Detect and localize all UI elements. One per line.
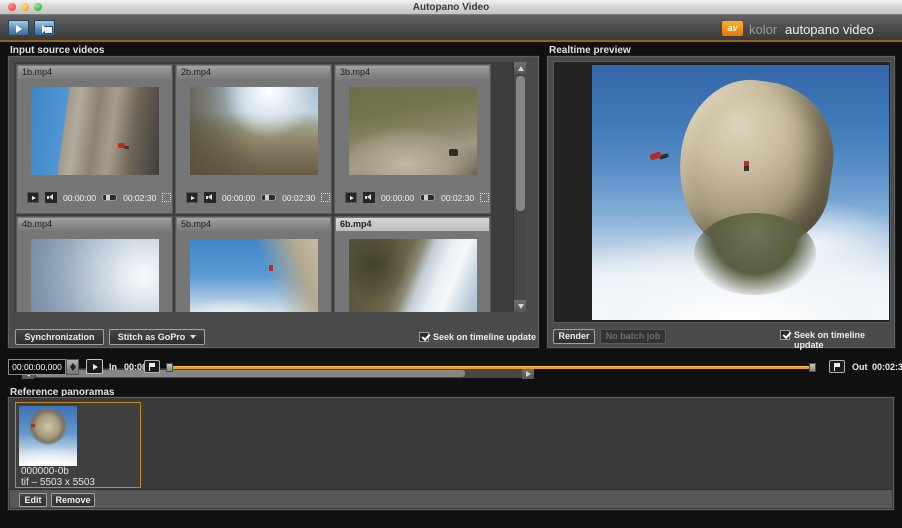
video-title[interactable]: 1b.mp4 <box>18 66 171 79</box>
fullscreen-icon[interactable] <box>321 193 330 202</box>
remove-button[interactable]: Remove <box>51 493 95 507</box>
video-thumbnail <box>190 239 318 312</box>
batch-job-button: No batch job <box>600 329 666 344</box>
brand: av kolor autopano video <box>722 21 892 37</box>
planet-lower-shape <box>694 213 816 295</box>
scroll-up-button[interactable] <box>514 62 526 74</box>
audio-icon[interactable] <box>204 192 216 203</box>
volume-slider-icon[interactable] <box>261 194 276 201</box>
video-thumbnail <box>31 239 159 312</box>
minimize-window-button[interactable] <box>21 3 29 11</box>
video-thumbnail <box>31 87 159 175</box>
timecode-input[interactable]: 00:00:00,000 <box>8 359 66 375</box>
video-list: 1b.mp4 00:00:00 00:02:30 2b.mp4 00:00:00… <box>14 62 526 312</box>
render-button[interactable]: Render <box>553 329 595 344</box>
brand-product-text: autopano video <box>785 22 874 37</box>
preview-panel: Render No batch job Seek on timeline upd… <box>547 56 895 348</box>
video-cell[interactable]: 2b.mp4 00:00:00 00:02:30 <box>175 64 332 214</box>
preview-panorama-image <box>592 65 889 320</box>
timeline-handle-right[interactable] <box>809 363 816 372</box>
play-icon[interactable] <box>27 192 39 203</box>
preview-area <box>553 61 891 323</box>
audio-icon[interactable] <box>363 192 375 203</box>
play-icon[interactable] <box>345 192 357 203</box>
timeline-bar: 00:00:00,000 In 00:00:00 Out 00:02:30 <box>0 352 902 382</box>
fullscreen-icon[interactable] <box>480 193 489 202</box>
panorama-thumbnail <box>19 406 77 466</box>
timecode-stepper[interactable] <box>66 359 79 375</box>
video-title[interactable]: 5b.mp4 <box>177 218 330 231</box>
video-title[interactable]: 3b.mp4 <box>336 66 489 79</box>
panorama-card[interactable]: 000000-0b tif – 5503 x 5503 <box>15 402 141 488</box>
input-panel: 1b.mp4 00:00:00 00:02:30 2b.mp4 00:00:00… <box>8 56 539 348</box>
out-time: 00:02:30 <box>872 362 902 372</box>
volume-slider-icon[interactable] <box>420 194 435 201</box>
video-cell[interactable]: 4b.mp4 00:00:00 00:02:30 <box>16 216 173 312</box>
video-thumbnail <box>349 87 477 175</box>
duration: 00:02:30 <box>441 193 474 203</box>
chevron-down-icon <box>190 335 196 339</box>
vertical-scrollbar[interactable] <box>513 62 526 312</box>
in-label: In <box>109 362 117 372</box>
current-time: 00:00:00 <box>222 193 255 203</box>
timeline-play-button[interactable] <box>86 359 103 374</box>
seek-checkbox[interactable] <box>780 330 790 340</box>
play-icon[interactable] <box>186 192 198 203</box>
video-cell[interactable]: 5b.mp4 00:00:00 00:02:30 <box>175 216 332 312</box>
panorama-info: tif – 5503 x 5503 <box>21 477 95 488</box>
video-thumbnail <box>190 87 318 175</box>
climber-figure <box>744 161 749 171</box>
preview-panel-title: Realtime preview <box>549 45 631 56</box>
brand-kolor-text: kolor <box>749 22 777 37</box>
input-panel-title: Input source videos <box>10 45 104 56</box>
seek-checkbox-label: Seek on timeline update <box>794 330 894 350</box>
stitch-button[interactable]: Stitch as GoPro <box>109 329 205 345</box>
window-title: Autopano Video <box>0 0 902 15</box>
arrow-up-icon <box>518 66 524 71</box>
timeline-track[interactable] <box>166 357 822 375</box>
video-thumbnail <box>349 239 477 312</box>
set-in-flag-button[interactable] <box>144 360 160 373</box>
audio-icon[interactable] <box>45 192 57 203</box>
video-title[interactable]: 4b.mp4 <box>18 218 171 231</box>
base-jumper-figure <box>649 151 661 160</box>
synchronization-button[interactable]: Synchronization <box>15 329 104 345</box>
scroll-down-button[interactable] <box>514 300 526 312</box>
video-title[interactable]: 6b.mp4 <box>336 218 489 231</box>
zoom-window-button[interactable] <box>34 3 42 11</box>
current-time: 00:00:00 <box>63 193 96 203</box>
brand-logo-icon: av <box>722 21 743 36</box>
video-cell[interactable]: 6b.mp4 00:00:00 00:02:30 <box>334 216 491 312</box>
timeline-handle-left[interactable] <box>166 363 173 372</box>
reference-panel: 000000-0b tif – 5503 x 5503 Edit Remove <box>8 397 894 510</box>
seek-checkbox-label: Seek on timeline update <box>433 332 536 342</box>
toolbar: av kolor autopano video <box>0 15 902 42</box>
timeline-range[interactable] <box>168 366 816 369</box>
window-titlebar: Autopano Video <box>0 0 902 15</box>
video-cell[interactable]: 3b.mp4 00:00:00 00:02:30 <box>334 64 491 214</box>
fullscreen-icon[interactable] <box>162 193 171 202</box>
seek-checkbox[interactable] <box>419 332 429 342</box>
duration: 00:02:30 <box>282 193 315 203</box>
arrow-down-icon <box>518 304 524 309</box>
video-title[interactable]: 2b.mp4 <box>177 66 330 79</box>
current-time: 00:00:00 <box>381 193 414 203</box>
reference-panel-footer <box>10 489 892 508</box>
stitch-button-label: Stitch as GoPro <box>118 332 186 342</box>
out-label: Out <box>852 362 868 372</box>
scrollbar-thumb[interactable] <box>516 76 525 211</box>
screen-cursor-icon[interactable] <box>8 20 29 36</box>
close-window-button[interactable] <box>8 3 16 11</box>
panorama-name: 000000-0b <box>21 466 69 477</box>
edit-button[interactable]: Edit <box>19 493 47 507</box>
set-out-flag-button[interactable] <box>829 360 845 373</box>
volume-slider-icon[interactable] <box>102 194 117 201</box>
video-cell[interactable]: 1b.mp4 00:00:00 00:02:30 <box>16 64 173 214</box>
duration: 00:02:30 <box>123 193 156 203</box>
screen-export-icon[interactable] <box>34 20 55 36</box>
